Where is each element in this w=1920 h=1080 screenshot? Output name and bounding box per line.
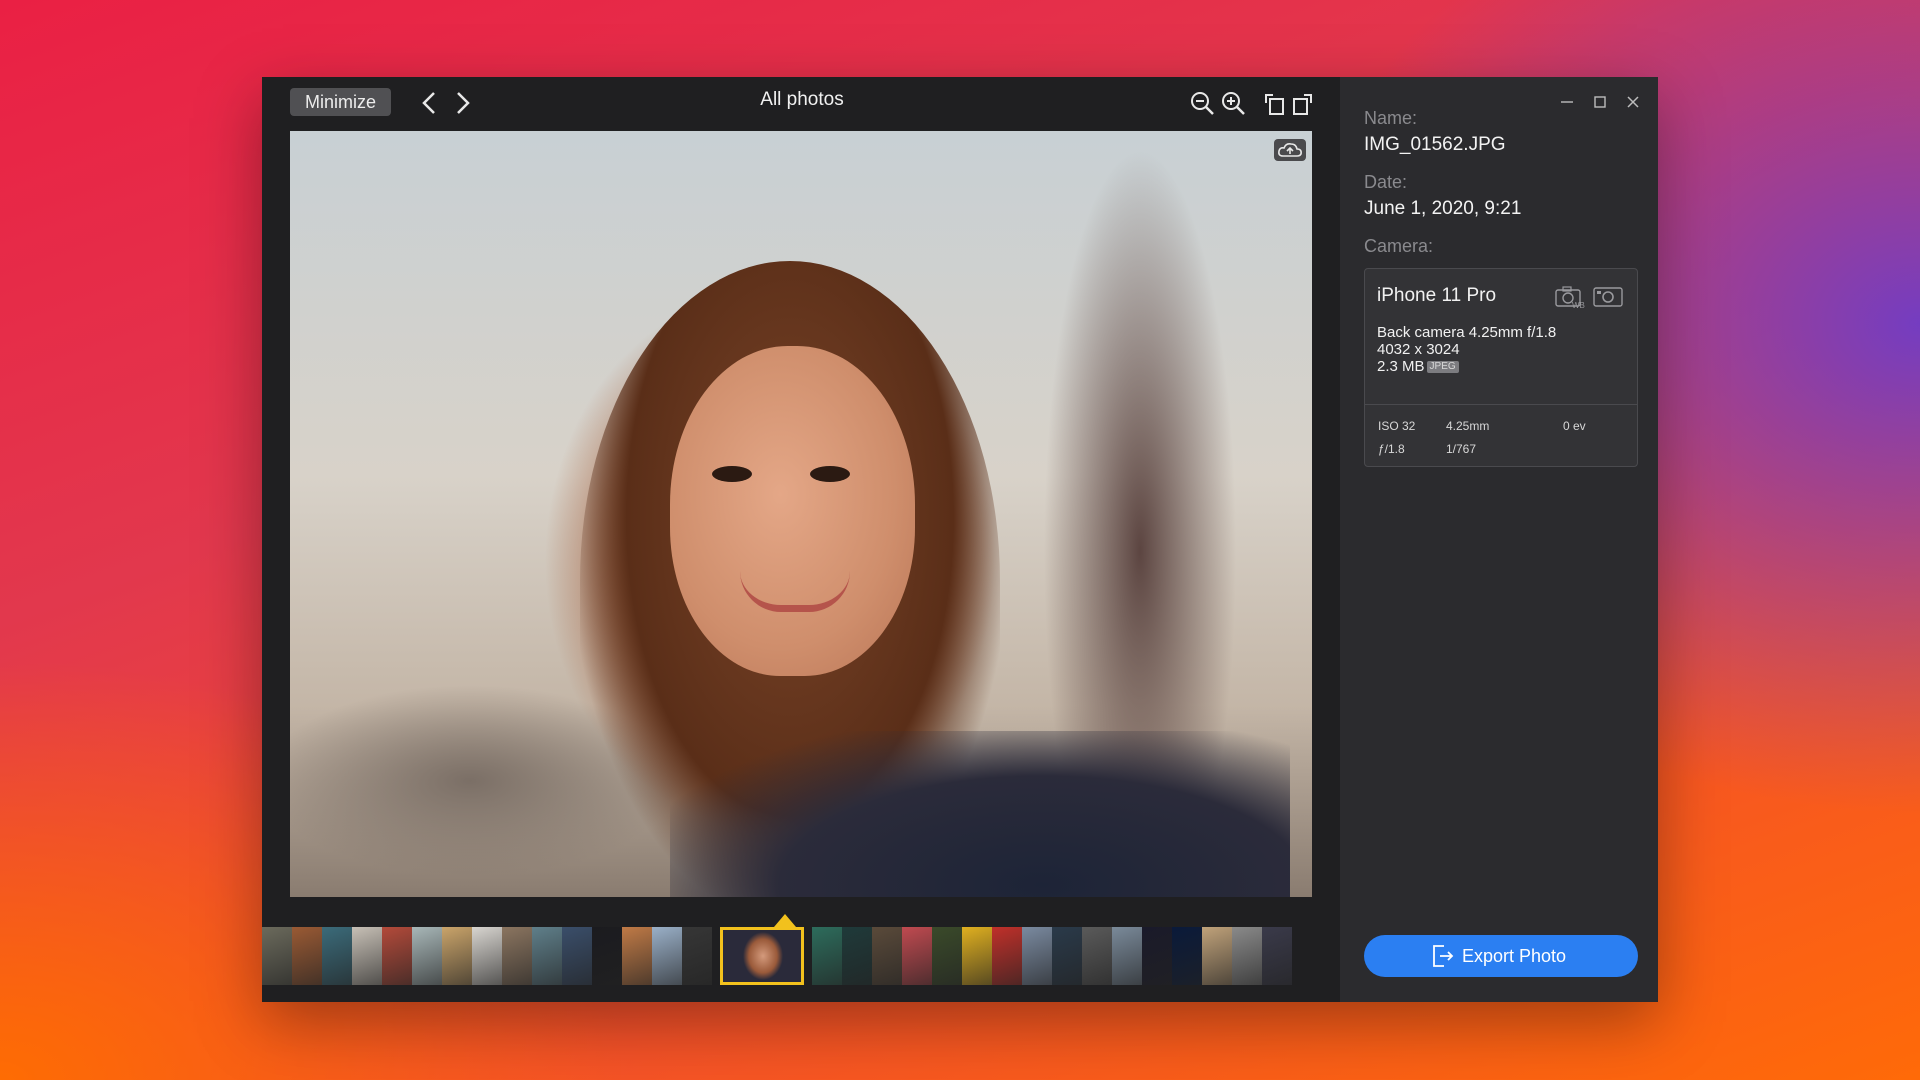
filmstrip-thumb[interactable] [932, 927, 962, 985]
filmstrip [262, 927, 1340, 987]
rotate-right-icon[interactable] [1288, 89, 1316, 117]
filmstrip-thumb[interactable] [262, 927, 292, 985]
filmstrip-thumb[interactable] [1052, 927, 1082, 985]
filmstrip-thumb[interactable] [1262, 927, 1292, 985]
viewer-toolbar: Minimize All photos [262, 77, 1340, 131]
photo-viewer-window: Minimize All photos Name: IMG_01562.JPG … [262, 77, 1658, 1002]
filmstrip-thumb[interactable] [622, 927, 652, 985]
export-label: Export Photo [1462, 946, 1567, 966]
camera-filesize: 2.3 MB [1377, 358, 1425, 375]
date-value: June 1, 2020, 9:21 [1364, 198, 1522, 219]
filmstrip-thumb[interactable] [902, 927, 932, 985]
chevron-left-icon[interactable] [418, 89, 442, 117]
chevron-right-icon[interactable] [450, 89, 474, 117]
filmstrip-thumb[interactable] [472, 927, 502, 985]
photo-subject-shoulder [670, 731, 1290, 897]
close-icon[interactable] [1622, 91, 1644, 113]
stat-focal: 4.25mm [1446, 419, 1490, 433]
filmstrip-thumb[interactable] [652, 927, 682, 985]
stat-ev: 0 ev [1563, 419, 1586, 433]
minimize-window-icon[interactable] [1556, 91, 1578, 113]
info-panel: Name: IMG_01562.JPG Date: June 1, 2020, … [1340, 77, 1658, 1002]
filmstrip-thumb[interactable] [1142, 927, 1172, 985]
filmstrip-thumb[interactable] [992, 927, 1022, 985]
photo-subject-face [670, 346, 915, 676]
filmstrip-thumb[interactable] [962, 927, 992, 985]
camera-model: iPhone 11 Pro [1377, 285, 1497, 306]
page-title: All photos [760, 89, 844, 110]
camera-settings-icon[interactable] [1593, 285, 1623, 309]
minimize-button[interactable]: Minimize [290, 88, 391, 116]
camera-card: iPhone 11 Pro WB Back camera 4.25mm f/1.… [1364, 268, 1638, 467]
filmstrip-thumb[interactable] [842, 927, 872, 985]
card-divider [1365, 404, 1637, 405]
filmstrip-thumb[interactable] [412, 927, 442, 985]
filmstrip-thumb[interactable] [1022, 927, 1052, 985]
filmstrip-thumb[interactable] [322, 927, 352, 985]
date-label: Date: [1364, 172, 1408, 192]
filmstrip-thumb[interactable] [502, 927, 532, 985]
filmstrip-thumb[interactable] [1202, 927, 1232, 985]
filmstrip-thumb[interactable] [532, 927, 562, 985]
format-badge: JPEG [1426, 361, 1459, 374]
file-name: IMG_01562.JPG [1364, 134, 1506, 155]
filmstrip-thumb[interactable] [562, 927, 592, 985]
filmstrip-thumb[interactable] [592, 927, 622, 985]
filmstrip-thumb[interactable] [682, 927, 712, 985]
photo-eye-right [810, 466, 850, 482]
export-photo-button[interactable]: Export Photo [1364, 935, 1638, 977]
zoom-in-icon[interactable] [1219, 89, 1247, 117]
camera-label: Camera: [1364, 236, 1434, 256]
photo-eye-left [712, 466, 752, 482]
viewer-pane: Minimize All photos [262, 77, 1340, 1002]
photo-smile [740, 571, 850, 612]
filmstrip-thumb[interactable] [292, 927, 322, 985]
filmstrip-thumb[interactable] [1112, 927, 1142, 985]
filmstrip-thumb[interactable] [442, 927, 472, 985]
name-label: Name: [1364, 108, 1418, 128]
camera-wb-icon[interactable]: WB [1555, 285, 1585, 310]
camera-filesize-row: 2.3 MB JPEG [1377, 358, 1459, 375]
filmstrip-thumb[interactable] [1232, 927, 1262, 985]
filmstrip-thumb-selected[interactable] [720, 927, 804, 985]
export-icon [1430, 943, 1454, 969]
filmstrip-thumb[interactable] [872, 927, 902, 985]
maximize-window-icon[interactable] [1589, 91, 1611, 113]
zoom-out-icon[interactable] [1188, 89, 1216, 117]
selection-pointer [774, 914, 796, 927]
filmstrip-thumb[interactable] [812, 927, 842, 985]
filmstrip-thumb[interactable] [382, 927, 412, 985]
camera-lens: Back camera 4.25mm f/1.8 [1377, 324, 1557, 341]
svg-text:WB: WB [1572, 301, 1585, 309]
stat-shutter: 1/767 [1446, 442, 1477, 456]
rotate-left-icon[interactable] [1261, 89, 1289, 117]
filmstrip-thumb[interactable] [1082, 927, 1112, 985]
cloud-upload-icon[interactable] [1274, 139, 1306, 161]
stat-iso: ISO 32 [1378, 419, 1416, 433]
camera-resolution: 4032 x 3024 [1377, 341, 1460, 358]
filmstrip-thumb[interactable] [1172, 927, 1202, 985]
stat-aperture: ƒ/1.8 [1378, 442, 1405, 456]
main-photo[interactable] [290, 131, 1312, 897]
filmstrip-thumb[interactable] [352, 927, 382, 985]
